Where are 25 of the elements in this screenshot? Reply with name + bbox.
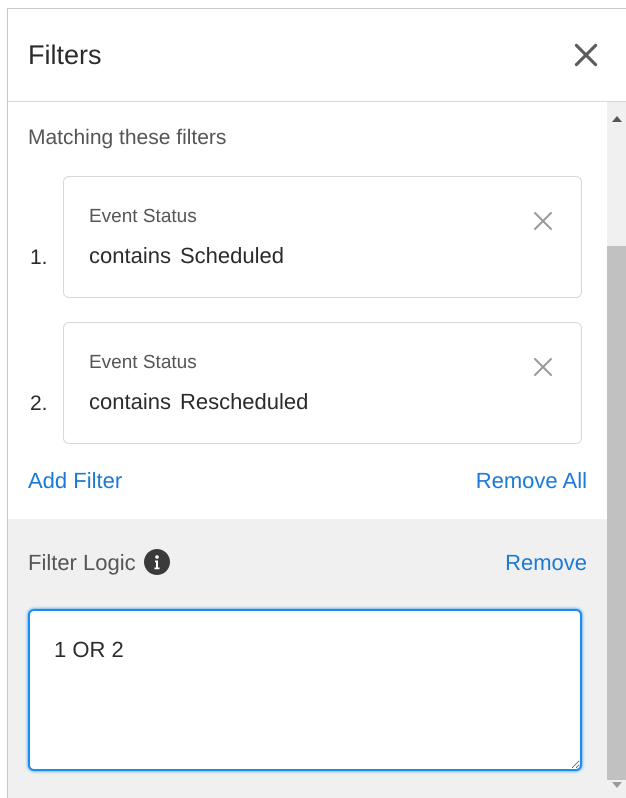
add-filter-link[interactable]: Add Filter: [28, 464, 122, 496]
filter-field: Event Status: [89, 350, 308, 374]
filter-value: Rescheduled: [180, 388, 308, 416]
close-icon: [533, 356, 553, 376]
close-icon: [533, 210, 553, 230]
close-button[interactable]: [572, 41, 600, 69]
scroll-down-icon[interactable]: [612, 782, 622, 788]
filter-number: 2.: [29, 391, 49, 417]
filter-operator: contains: [89, 388, 171, 416]
panel-title: Filters: [28, 38, 102, 72]
remove-logic-link[interactable]: Remove: [505, 546, 587, 578]
scrollbar[interactable]: [607, 102, 626, 798]
filter-number: 1.: [29, 245, 49, 271]
remove-all-link[interactable]: Remove All: [476, 464, 587, 496]
filter-operator: contains: [89, 242, 171, 270]
filter-value: Scheduled: [180, 242, 284, 270]
filter-card[interactable]: Event Status contains Scheduled: [63, 176, 582, 298]
section-label: Matching these filters: [28, 125, 228, 151]
filter-field: Event Status: [89, 204, 284, 228]
close-icon: [574, 43, 598, 67]
filter-logic-label: Filter Logic: [28, 548, 136, 577]
filter-logic-field[interactable]: 1 OR 2: [28, 608, 582, 770]
filter-card[interactable]: Event Status contains Rescheduled: [63, 322, 582, 444]
info-icon[interactable]: [144, 549, 170, 575]
scroll-up-icon[interactable]: [612, 116, 622, 122]
